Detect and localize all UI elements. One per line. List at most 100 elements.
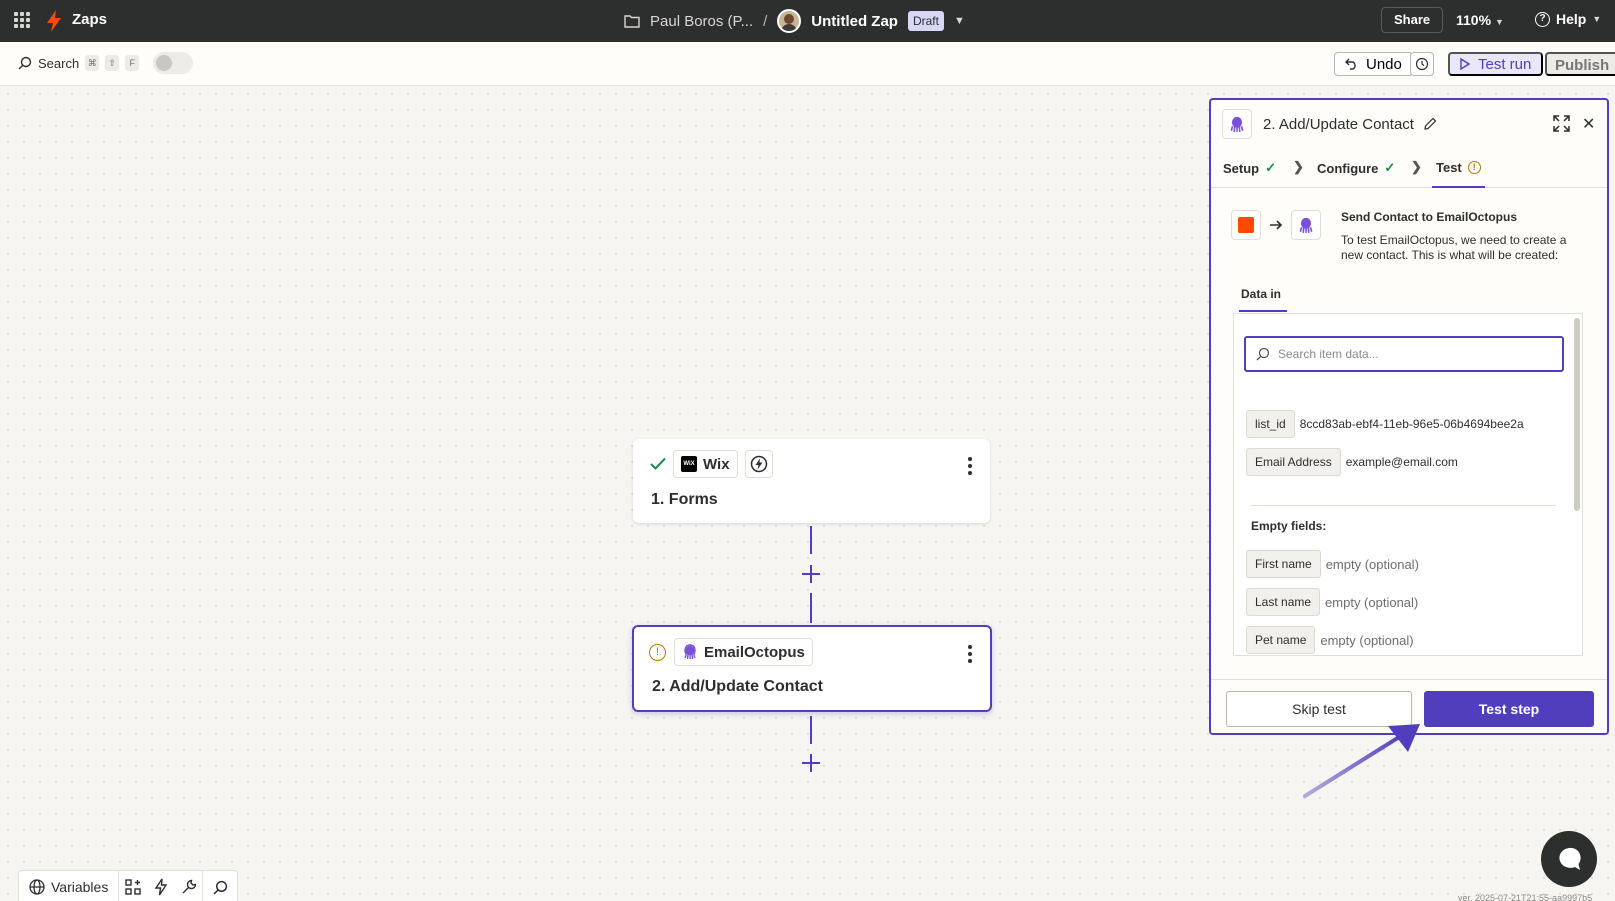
active-tab-indicator: [1239, 310, 1287, 312]
globe-icon: [29, 879, 45, 895]
emailoctopus-app-icon: [1291, 210, 1321, 240]
check-icon: ✓: [1265, 160, 1277, 175]
breadcrumb: Paul Boros (P... / Untitled Zap Draft ▼: [624, 0, 965, 42]
zaps-link[interactable]: Zaps: [72, 11, 107, 28]
add-step-icon[interactable]: [802, 565, 820, 583]
field-value: empty (optional): [1320, 632, 1414, 648]
emailoctopus-logo-icon: [1230, 116, 1244, 132]
check-icon: ✓: [1384, 160, 1396, 175]
step-card-action[interactable]: ! EmailOctopus 2. Add/Update Contact: [632, 625, 992, 712]
tab-label: Test: [1436, 160, 1462, 175]
tab-data-in[interactable]: Data in: [1241, 287, 1281, 301]
version-history-button[interactable]: [1410, 52, 1434, 76]
step-name: Add/Update Contact: [669, 678, 823, 695]
zoom-level: 110%: [1456, 12, 1492, 28]
publish-button[interactable]: Publish: [1545, 52, 1615, 76]
field-key: Email Address: [1246, 448, 1341, 476]
close-icon[interactable]: ✕: [1582, 114, 1595, 134]
share-button[interactable]: Share: [1381, 7, 1444, 33]
wrench-icon[interactable]: [175, 871, 204, 901]
more-options-icon[interactable]: [968, 457, 972, 475]
apps-grid-icon[interactable]: [119, 871, 147, 901]
panel-tabs: Setup ✓ ❯ Configure ✓ ❯ Test !: [1211, 148, 1607, 188]
data-row: Email Address example@email.com: [1246, 448, 1458, 476]
search-icon: [1256, 347, 1270, 361]
zoom-dropdown[interactable]: 110% ▼: [1456, 12, 1504, 28]
step-name: Forms: [668, 491, 718, 508]
help-dropdown[interactable]: ? Help ▼: [1535, 11, 1601, 27]
panel-step-name: Add/Update Contact: [1278, 116, 1414, 133]
emailoctopus-logo-icon: [684, 644, 696, 660]
panel-header: 2. Add/Update Contact ✕: [1211, 100, 1607, 148]
arrow-right-icon: [1270, 220, 1283, 230]
warning-icon: !: [1467, 161, 1481, 174]
warning-icon: !: [649, 644, 666, 661]
tab-configure[interactable]: Configure ✓: [1317, 160, 1395, 176]
folder-name[interactable]: Paul Boros (P...: [650, 13, 753, 30]
top-bar: Zaps Paul Boros (P... / Untitled Zap Dra…: [0, 0, 1615, 42]
test-run-button[interactable]: Test run: [1448, 52, 1544, 76]
field-value: empty (optional): [1325, 556, 1419, 572]
search-field[interactable]: [1244, 336, 1564, 372]
search-icon[interactable]: [203, 871, 237, 901]
data-in-list[interactable]: list_id 8ccd83ab-ebf4-11eb-96e5-06b4694b…: [1233, 313, 1583, 656]
shortcut-key: F: [125, 55, 140, 71]
data-row: list_id 8ccd83ab-ebf4-11eb-96e5-06b4694b…: [1246, 410, 1524, 438]
chat-icon: [1559, 847, 1581, 870]
search-label: Search: [38, 55, 80, 71]
field-value: empty (optional): [1325, 594, 1419, 610]
field-key: First name: [1246, 550, 1321, 578]
data-row: Pet name empty (optional): [1246, 626, 1414, 654]
divider: [1251, 505, 1556, 506]
app-grid-icon[interactable]: [14, 12, 30, 28]
history-icon: [1415, 57, 1429, 71]
chat-support-button[interactable]: [1541, 831, 1597, 887]
help-label: Help: [1556, 11, 1587, 27]
step-card-trigger[interactable]: WiX Wix 1. Forms: [633, 439, 990, 523]
search-icon: [18, 56, 32, 70]
connector-line: [810, 526, 812, 554]
app-name: EmailOctopus: [704, 643, 805, 661]
tab-test[interactable]: Test !: [1432, 160, 1485, 188]
zap-name[interactable]: Untitled Zap: [811, 13, 898, 30]
add-step-icon[interactable]: [802, 754, 820, 772]
app-chip-emailoctopus: EmailOctopus: [674, 638, 813, 666]
undo-label: Undo: [1366, 55, 1402, 73]
chevron-down-icon: ▼: [1592, 14, 1602, 24]
expand-icon[interactable]: [1553, 115, 1570, 132]
chevron-right-icon: ❯: [1411, 159, 1422, 174]
search-button[interactable]: Search ⌘ ⇧ F: [18, 55, 140, 71]
editor-toolbar: Search ⌘ ⇧ F Undo Test run Publish: [0, 42, 1615, 86]
play-icon: [1460, 58, 1470, 70]
bolt-icon[interactable]: [147, 871, 175, 901]
variables-button[interactable]: Variables: [19, 871, 120, 901]
emailoctopus-logo-icon: [1299, 217, 1313, 233]
wix-logo-icon: WiX: [681, 456, 697, 472]
undo-icon: [1345, 58, 1356, 70]
trigger-bolt-icon: [750, 455, 768, 473]
search-input[interactable]: [1278, 347, 1538, 361]
data-row: Last name empty (optional): [1246, 588, 1418, 616]
canvas-tools: Variables: [18, 870, 239, 901]
test-step-button[interactable]: Test step: [1424, 691, 1594, 727]
variables-label: Variables: [51, 879, 109, 895]
undo-button[interactable]: Undo: [1334, 52, 1413, 76]
shortcut-key: ⌘: [85, 55, 100, 71]
chevron-right-icon: ❯: [1293, 159, 1304, 174]
data-row: First name empty (optional): [1246, 550, 1419, 578]
tab-setup[interactable]: Setup ✓: [1223, 160, 1276, 176]
tab-label: Setup: [1223, 160, 1260, 176]
more-options-icon[interactable]: [968, 645, 972, 663]
pencil-icon[interactable]: [1424, 117, 1437, 130]
field-value: example@email.com: [1345, 455, 1458, 469]
connector-line: [810, 593, 812, 623]
scrollbar[interactable]: [1574, 318, 1580, 511]
toggle-switch[interactable]: [153, 52, 193, 74]
chevron-down-icon[interactable]: ▼: [954, 15, 965, 27]
field-value: 8ccd83ab-ebf4-11eb-96e5-06b4694bee2a: [1299, 417, 1524, 431]
help-icon: ?: [1535, 11, 1550, 27]
chevron-down-icon: ▼: [1494, 17, 1504, 27]
step-title: 1. Forms: [651, 491, 718, 509]
zapier-app-icon: [1231, 210, 1261, 240]
check-icon: [650, 457, 666, 470]
